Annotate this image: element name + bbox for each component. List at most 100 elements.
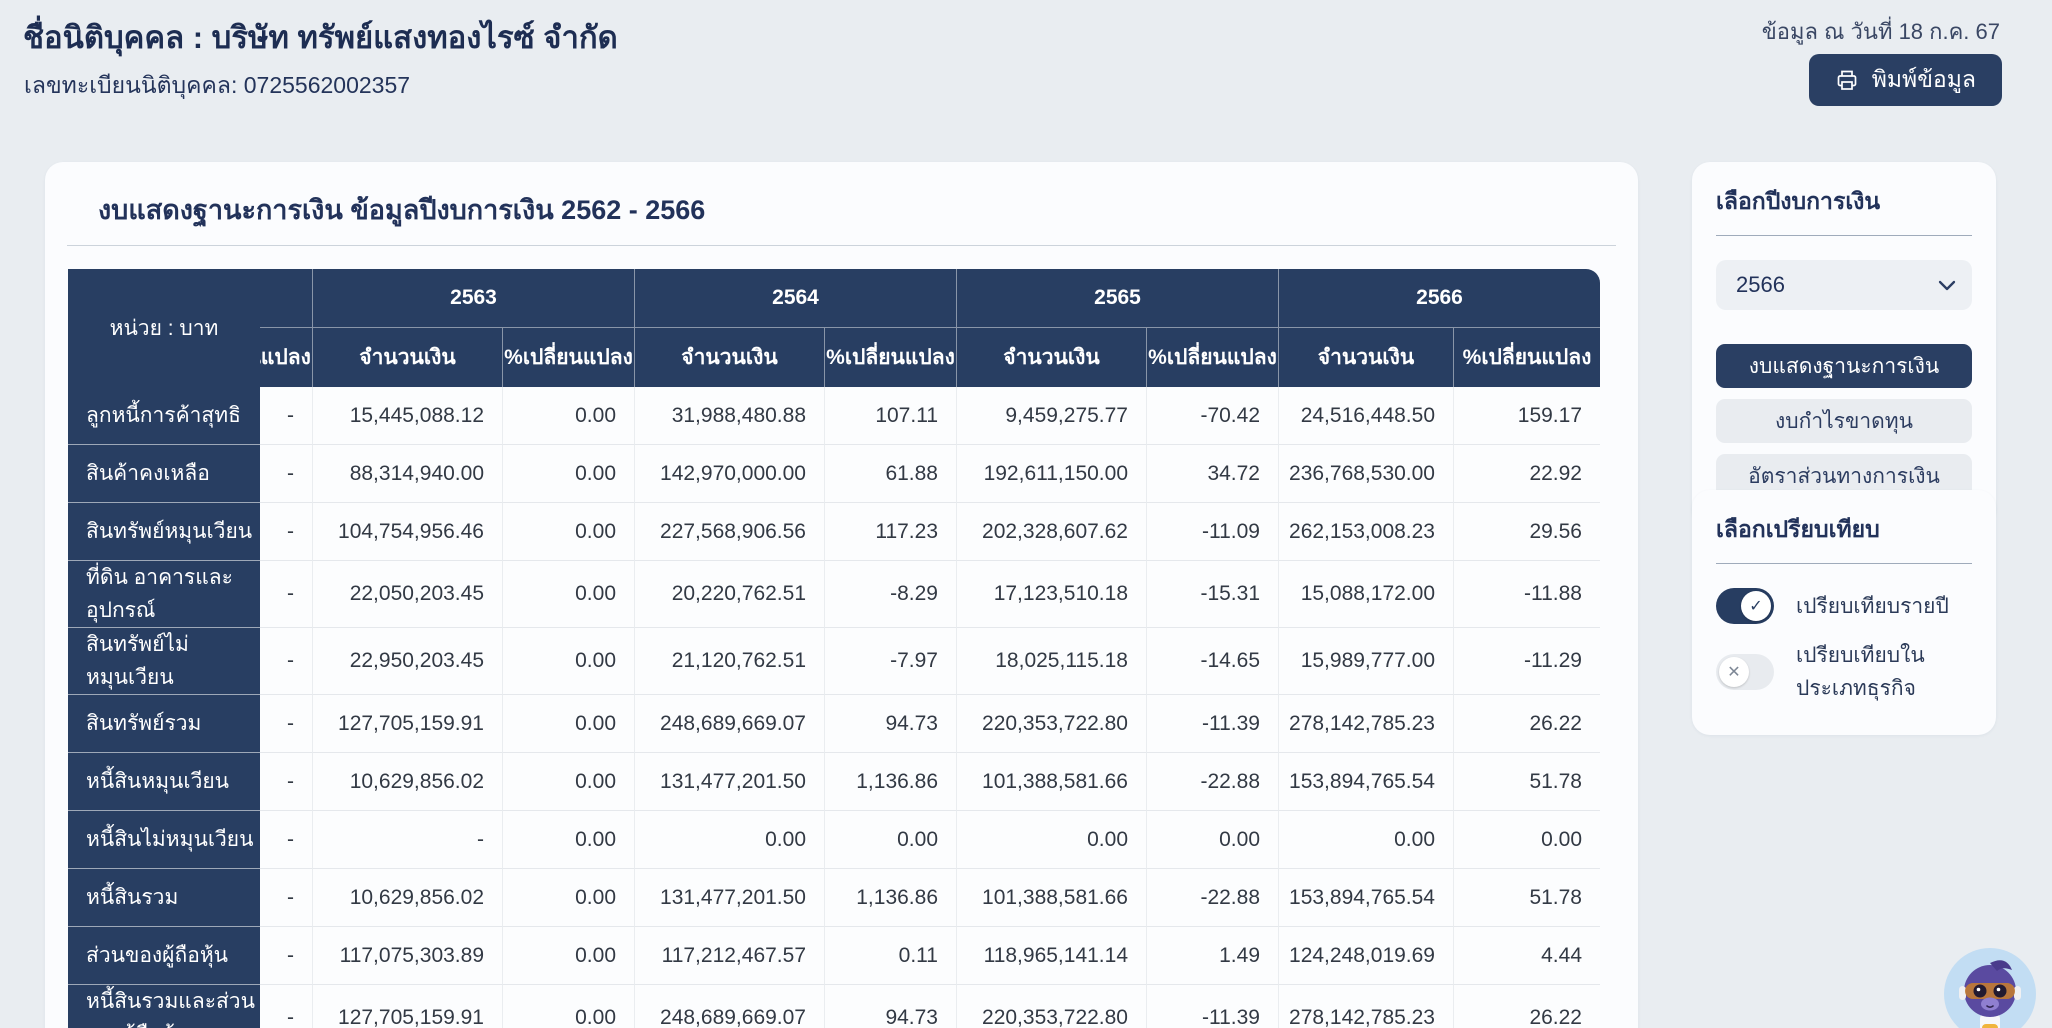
value-cell: 278,142,785.23 (1278, 985, 1453, 1028)
compare-panel-title: เลือกเปรียบเทียบ (1716, 512, 1972, 548)
compare-panel-divider (1716, 563, 1972, 564)
amount-header-2564: จำนวนเงิน (634, 328, 824, 387)
value-cell: -22.88 (1146, 869, 1278, 927)
value-cell: 22.92 (1453, 445, 1600, 503)
change-header-2563: %เปลี่ยนแปลง (502, 328, 634, 387)
amount-header-2566: จำนวนเงิน (1278, 328, 1453, 387)
financial-table: หน่วย : บาท25622563256425652566จำนวนเงิน… (68, 269, 1600, 1028)
value-cell: 278,142,785.23 (1278, 695, 1453, 753)
value-cell: 153,894,765.54 (1278, 869, 1453, 927)
table-row: ที่ดิน อาคารและอุปกรณ์--22,050,203.450.0… (68, 561, 1600, 628)
table-row: ส่วนของผู้ถือหุ้น--117,075,303.890.00117… (68, 927, 1600, 985)
toggle-label: เปรียบเทียบรายปี (1796, 590, 1949, 623)
value-cell: 10,629,856.02 (312, 753, 502, 811)
financial-table-scroll-area[interactable]: หน่วย : บาท25622563256425652566จำนวนเงิน… (68, 269, 1600, 1028)
amount-header-2565: จำนวนเงิน (956, 328, 1146, 387)
value-cell: 20,220,762.51 (634, 561, 824, 628)
table-row: หนี้สินหมุนเวียน--10,629,856.020.00131,4… (68, 753, 1600, 811)
value-cell: 248,689,669.07 (634, 695, 824, 753)
print-button[interactable]: พิมพ์ข้อมูล (1809, 54, 2002, 106)
year-panel-divider (1716, 235, 1972, 236)
value-cell: 15,989,777.00 (1278, 628, 1453, 695)
change-header-2564: %เปลี่ยนแปลง (824, 328, 956, 387)
year-header-2566: 2566 (1278, 269, 1600, 328)
value-cell: -22.88 (1146, 753, 1278, 811)
row-label: ที่ดิน อาคารและอุปกรณ์ (68, 561, 260, 628)
print-button-label: พิมพ์ข้อมูล (1872, 62, 1976, 98)
value-cell: 0.00 (502, 985, 634, 1028)
chatbot-avatar[interactable] (1942, 946, 2038, 1028)
value-cell: 131,477,201.50 (634, 869, 824, 927)
row-label: สินทรัพย์รวม (68, 695, 260, 753)
statement-type-button[interactable]: งบกำไรขาดทุน (1716, 399, 1972, 443)
toggle-switch[interactable]: ✕ (1716, 654, 1774, 690)
year-panel-title: เลือกปีงบการเงิน (1716, 184, 1972, 220)
row-label: ส่วนของผู้ถือหุ้น (68, 927, 260, 985)
statement-card: งบแสดงฐานะการเงิน ข้อมูลปีงบการเงิน 2562… (45, 162, 1638, 1028)
value-cell: 0.11 (824, 927, 956, 985)
year-panel: เลือกปีงบการเงิน 2566 งบแสดงฐานะการเงินง… (1692, 162, 1996, 526)
check-icon: ✓ (1741, 591, 1771, 621)
value-cell: -15.31 (1146, 561, 1278, 628)
value-cell: -11.09 (1146, 503, 1278, 561)
value-cell: - (312, 811, 502, 869)
compare-panel: เลือกเปรียบเทียบ ✓ เปรียบเทียบรายปี ✕ เปรีย… (1692, 490, 1996, 735)
value-cell: 0.00 (956, 811, 1146, 869)
data-as-of-date: ข้อมูล ณ วันที่ 18 ก.ค. 67 (1762, 14, 2000, 49)
statement-type-button[interactable]: งบแสดงฐานะการเงิน (1716, 344, 1972, 388)
value-cell: 124,248,019.69 (1278, 927, 1453, 985)
value-cell: 118,965,141.14 (956, 927, 1146, 985)
value-cell: 202,328,607.62 (956, 503, 1146, 561)
value-cell: 26.22 (1453, 985, 1600, 1028)
value-cell: 0.00 (634, 811, 824, 869)
value-cell: 88,314,940.00 (312, 445, 502, 503)
chevron-down-icon (1938, 280, 1956, 291)
value-cell: 0.00 (502, 628, 634, 695)
value-cell: 21,120,762.51 (634, 628, 824, 695)
value-cell: 0.00 (502, 753, 634, 811)
value-cell: -11.39 (1146, 985, 1278, 1028)
year-select-value: 2566 (1736, 272, 1785, 298)
value-cell: 248,689,669.07 (634, 985, 824, 1028)
value-cell: 117,212,467.57 (634, 927, 824, 985)
table-row: สินทรัพย์รวม--127,705,159.910.00248,689,… (68, 695, 1600, 753)
table-row: หนี้สินรวมและส่วนของผู้ถือหุ้น--127,705,… (68, 985, 1600, 1028)
table-row: สินทรัพย์หมุนเวียน--104,754,956.460.0022… (68, 503, 1600, 561)
row-label: หนี้สินรวมและส่วนของผู้ถือหุ้น (68, 985, 260, 1028)
row-label: หนี้สินหมุนเวียน (68, 753, 260, 811)
row-label: หนี้สินไม่หมุนเวียน (68, 811, 260, 869)
value-cell: 9,459,275.77 (956, 387, 1146, 445)
value-cell: 29.56 (1453, 503, 1600, 561)
value-cell: 0.00 (502, 695, 634, 753)
value-cell: 24,516,448.50 (1278, 387, 1453, 445)
value-cell: 51.78 (1453, 869, 1600, 927)
value-cell: 117.23 (824, 503, 956, 561)
value-cell: 15,088,172.00 (1278, 561, 1453, 628)
toggle-switch[interactable]: ✓ (1716, 588, 1774, 624)
value-cell: 159.17 (1453, 387, 1600, 445)
value-cell: -7.97 (824, 628, 956, 695)
value-cell: 117,075,303.89 (312, 927, 502, 985)
change-header-2566: %เปลี่ยนแปลง (1453, 328, 1600, 387)
year-header-2565: 2565 (956, 269, 1278, 328)
value-cell: 101,388,581.66 (956, 869, 1146, 927)
value-cell: 220,353,722.80 (956, 695, 1146, 753)
value-cell: -11.29 (1453, 628, 1600, 695)
value-cell: 1,136.86 (824, 869, 956, 927)
value-cell: 31,988,480.88 (634, 387, 824, 445)
table-row: หนี้สินไม่หมุนเวียน---0.000.000.000.000.… (68, 811, 1600, 869)
value-cell: -11.39 (1146, 695, 1278, 753)
year-select-dropdown[interactable]: 2566 (1716, 260, 1972, 310)
table-row: สินทรัพย์ไม่หมุนเวียน--22,950,203.450.00… (68, 628, 1600, 695)
printer-icon (1835, 68, 1859, 92)
value-cell: 192,611,150.00 (956, 445, 1146, 503)
toggle-label: เปรียบเทียบในประเภทธุรกิจ (1796, 639, 1972, 705)
value-cell: 4.44 (1453, 927, 1600, 985)
value-cell: 22,050,203.45 (312, 561, 502, 628)
year-header-2564: 2564 (634, 269, 956, 328)
value-cell: 15,445,088.12 (312, 387, 502, 445)
value-cell: 22,950,203.45 (312, 628, 502, 695)
value-cell: 0.00 (502, 927, 634, 985)
change-header-2565: %เปลี่ยนแปลง (1146, 328, 1278, 387)
value-cell: 34.72 (1146, 445, 1278, 503)
